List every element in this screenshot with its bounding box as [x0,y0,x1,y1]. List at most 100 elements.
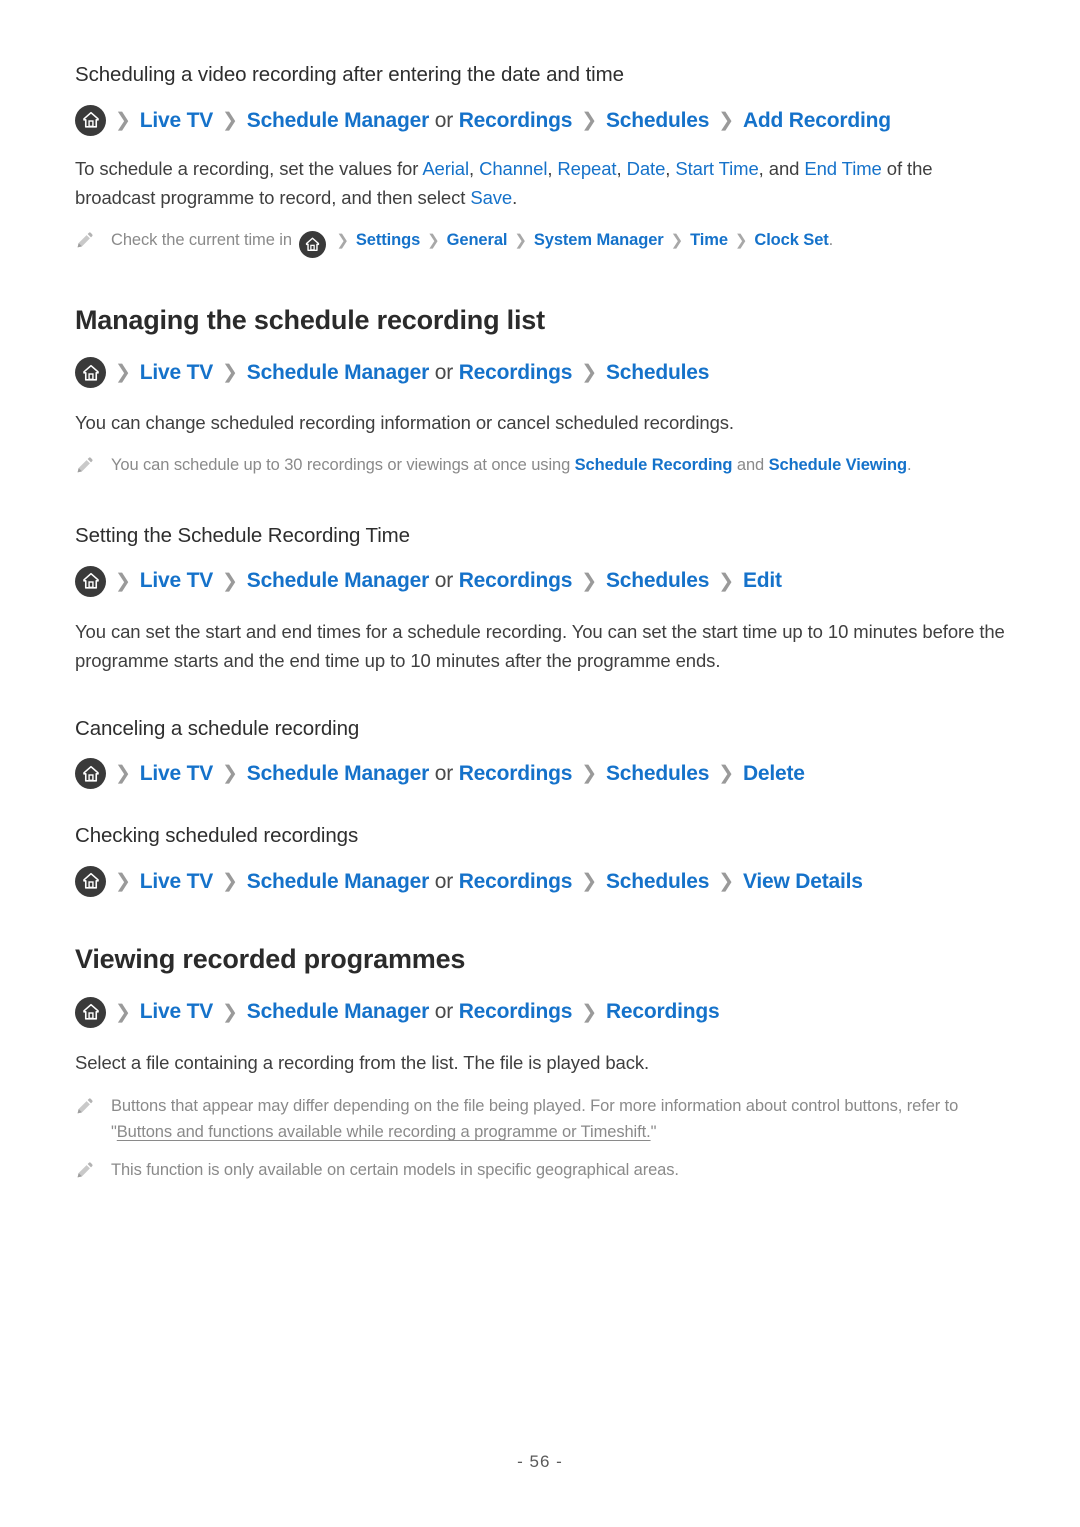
text-part: Check the current time in [111,230,297,249]
page-content: Scheduling a video recording after enter… [75,62,1005,1188]
link-save[interactable]: Save [470,187,512,208]
pencil-icon [75,1096,97,1124]
heading-setting-schedule-recording-time: Setting the Schedule Recording Time [75,523,410,547]
paragraph-change-scheduled-info: You can change scheduled recording infor… [75,412,734,434]
crumb-schedule-manager[interactable]: Schedule Manager [247,108,430,133]
breadcrumb-view-details[interactable]: ❯ Live TV ❯ Schedule Manager or Recordin… [75,865,1005,897]
text-part: Buttons that appear may differ depending… [111,1097,959,1116]
note-text: Check the current time in ❯ Settings ❯ Gene… [111,227,1005,258]
crumb-clock-set[interactable]: Clock Set [754,231,828,249]
crumb-schedules[interactable]: Schedules [606,108,709,133]
crumb-recordings[interactable]: Recordings [459,568,573,593]
link-repeat[interactable]: Repeat [557,158,616,179]
home-icon[interactable] [299,230,327,258]
home-icon[interactable] [75,996,106,1028]
crumb-schedule-manager[interactable]: Schedule Manager [247,568,430,593]
breadcrumb-separator: ❯ [718,109,734,131]
home-icon[interactable] [75,104,106,136]
breadcrumb-separator: ❯ [115,763,131,785]
breadcrumb-add-recording[interactable]: ❯ Live TV ❯ Schedule Manager or Recordin… [75,104,1005,136]
crumb-recordings-list[interactable]: Recordings [606,999,720,1024]
text-part: You can schedule up to 30 recordings or … [111,455,575,474]
breadcrumb-separator: ❯ [336,231,349,249]
crumb-settings[interactable]: Settings [356,231,420,249]
text-part: and [732,455,769,474]
link-schedule-viewing[interactable]: Schedule Viewing [769,456,907,474]
breadcrumb-separator: ❯ [115,362,131,384]
crumb-time[interactable]: Time [690,231,728,249]
quote-close: " [650,1123,657,1142]
link-start-time[interactable]: Start Time [675,158,758,179]
crumb-general[interactable]: General [447,231,508,249]
crumb-edit[interactable]: Edit [743,568,782,593]
breadcrumb-delete[interactable]: ❯ Live TV ❯ Schedule Manager or Recordin… [75,758,1005,790]
crumb-schedules[interactable]: Schedules [606,761,709,786]
pencil-icon [75,1160,97,1188]
home-icon[interactable] [75,865,106,897]
crumb-schedules[interactable]: Schedules [606,869,709,894]
heading-canceling-schedule-recording: Canceling a schedule recording [75,716,360,740]
breadcrumb-separator: ❯ [115,1001,131,1023]
crumb-delete[interactable]: Delete [743,761,805,786]
home-icon[interactable] [75,357,106,389]
note-text: This function is only available on certa… [111,1161,679,1180]
breadcrumb-schedules[interactable]: ❯ Live TV ❯ Schedule Manager or Recordin… [75,357,1005,389]
page-number: - 56 - [517,1452,563,1471]
breadcrumb-separator: ❯ [115,570,131,592]
link-channel[interactable]: Channel [479,158,547,179]
text-part: , [469,157,480,179]
crumb-recordings[interactable]: Recordings [459,761,573,786]
breadcrumb-separator: ❯ [115,870,131,892]
breadcrumb-separator: ❯ [581,570,597,592]
link-aerial[interactable]: Aerial [422,158,469,179]
text-part: . [512,187,518,209]
home-icon[interactable] [75,758,106,790]
breadcrumb-separator: ❯ [718,870,734,892]
breadcrumb-separator: ❯ [581,1001,597,1023]
crumb-live-tv[interactable]: Live TV [140,360,213,385]
crumb-schedule-manager[interactable]: Schedule Manager [247,869,430,894]
breadcrumb-edit[interactable]: ❯ Live TV ❯ Schedule Manager or Recordin… [75,565,1005,597]
link-date[interactable]: Date [627,158,666,179]
crumb-live-tv[interactable]: Live TV [140,108,213,133]
crumb-live-tv[interactable]: Live TV [140,869,213,894]
pencil-icon [75,455,97,483]
breadcrumb-recordings[interactable]: ❯ Live TV ❯ Schedule Manager or Recordin… [75,996,1005,1028]
crumb-live-tv[interactable]: Live TV [140,568,213,593]
crumb-recordings[interactable]: Recordings [459,108,573,133]
crumb-recordings[interactable]: Recordings [459,360,573,385]
crumb-schedules[interactable]: Schedules [606,360,709,385]
breadcrumb-separator: ❯ [514,231,527,249]
crumb-schedules[interactable]: Schedules [606,568,709,593]
text-part: , [616,157,627,179]
breadcrumb-separator: ❯ [222,109,238,131]
crumb-view-details[interactable]: View Details [743,869,863,894]
note-check-current-time: Check the current time in ❯ Settings ❯ Gene… [75,227,1005,258]
link-buttons-and-functions[interactable]: Buttons and functions available while re… [117,1123,651,1141]
text-part: , [547,157,558,179]
link-end-time[interactable]: End Time [804,158,881,179]
crumb-recordings[interactable]: Recordings [459,999,573,1024]
heading-scheduling-after-date-time: Scheduling a video recording after enter… [75,63,624,86]
crumb-add-recording[interactable]: Add Recording [743,108,891,133]
text-part: . [828,230,834,249]
crumb-recordings[interactable]: Recordings [459,869,573,894]
note-model-availability: This function is only available on certa… [75,1157,1005,1188]
crumb-live-tv[interactable]: Live TV [140,999,213,1024]
link-schedule-recording[interactable]: Schedule Recording [575,456,733,474]
pencil-icon [75,230,97,258]
home-icon[interactable] [75,565,106,597]
crumb-schedule-manager[interactable]: Schedule Manager [247,360,430,385]
crumb-joiner-or: or [434,361,454,385]
breadcrumb-separator: ❯ [222,362,238,384]
crumb-system-manager[interactable]: System Manager [534,231,664,249]
crumb-schedule-manager[interactable]: Schedule Manager [247,761,430,786]
breadcrumb-separator: ❯ [581,763,597,785]
paragraph-select-file: Select a file containing a recording fro… [75,1051,650,1073]
text-part: , [665,157,676,179]
crumb-schedule-manager[interactable]: Schedule Manager [247,999,430,1024]
crumb-live-tv[interactable]: Live TV [140,761,213,786]
breadcrumb-separator: ❯ [222,570,238,592]
heading-checking-scheduled-recordings: Checking scheduled recordings [75,824,359,848]
breadcrumb-separator: ❯ [718,570,734,592]
